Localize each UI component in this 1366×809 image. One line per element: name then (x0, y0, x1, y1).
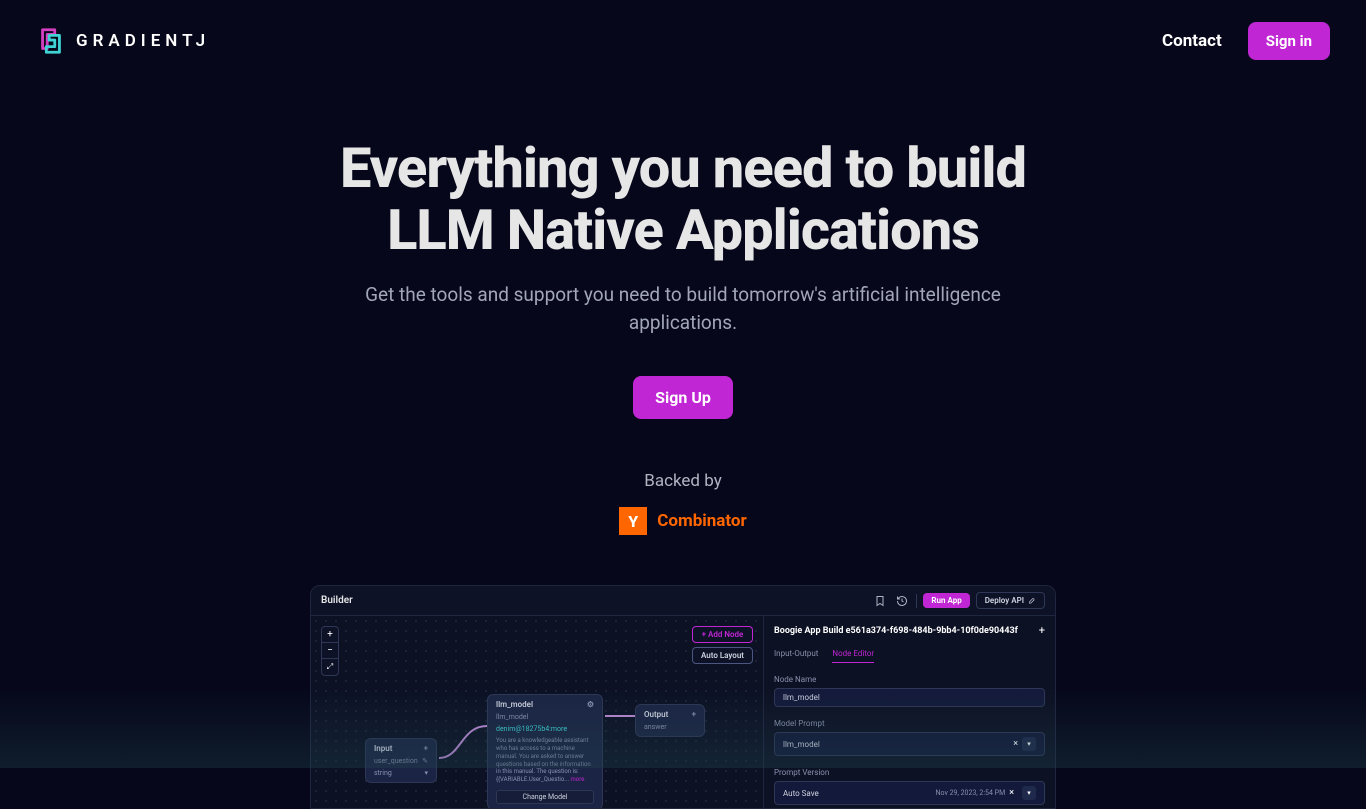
site-header: GRADIENTJ Contact Sign in (0, 0, 1366, 60)
hero-subhead: Get the tools and support you need to bu… (363, 281, 1003, 336)
label-node-name: Node Name (774, 675, 1045, 684)
plus-icon[interactable]: + (424, 744, 428, 753)
field-node-name[interactable]: llm_model (774, 688, 1045, 707)
bookmark-icon[interactable] (872, 593, 888, 609)
brand: GRADIENTJ (36, 26, 210, 56)
hero: Everything you need to build LLM Native … (0, 138, 1366, 419)
screenshot-toolbar: Builder Run App Deploy API (311, 586, 1055, 616)
change-model-button[interactable]: Change Model (496, 790, 594, 804)
node-input[interactable]: Input+ user_question ✎ string ▾ (365, 738, 437, 783)
hero-headline: Everything you need to build LLM Native … (0, 138, 1366, 261)
chevron-down-icon[interactable]: ▾ (1022, 786, 1036, 800)
field-prompt-version[interactable]: Auto Save Nov 29, 2023, 2:54 PM × ▾ (774, 781, 1045, 805)
node-output[interactable]: Output+ answer (635, 704, 705, 737)
screenshot-actions: Run App Deploy API (872, 592, 1045, 609)
contact-link[interactable]: Contact (1162, 31, 1222, 51)
yc-name: Combinator (657, 511, 746, 531)
nav-right: Contact Sign in (1162, 22, 1330, 60)
signin-button[interactable]: Sign in (1248, 22, 1330, 60)
plus-icon[interactable]: + (692, 710, 696, 719)
label-prompt-version: Prompt Version (774, 768, 1045, 777)
side-panel-title: Boogie App Build e561a374-f698-484b-9bb4… (774, 626, 1018, 636)
tab-node-editor[interactable]: Node Editor (832, 649, 874, 663)
backed-by-label: Backed by (0, 471, 1366, 491)
backed-by: Backed by Y Combinator (0, 471, 1366, 535)
history-icon[interactable] (894, 593, 910, 609)
product-screenshot: Builder Run App Deploy API + − ⤢ (310, 585, 1056, 809)
brand-name: GRADIENTJ (76, 31, 210, 51)
field-model-prompt[interactable]: llm_model ×▾ (774, 732, 1045, 756)
node-model[interactable]: llm_model⚙ llm_model denim@18275b4:more … (487, 694, 603, 809)
deploy-api-button[interactable]: Deploy API (976, 592, 1045, 609)
side-panel: Boogie App Build e561a374-f698-484b-9bb4… (763, 616, 1055, 808)
clear-icon[interactable]: × (1009, 788, 1014, 798)
brand-logo-icon (36, 26, 66, 56)
add-icon[interactable]: + (1039, 624, 1045, 637)
rocket-icon (1028, 597, 1036, 605)
run-app-button[interactable]: Run App (923, 593, 969, 608)
chevron-down-icon[interactable]: ▾ (1022, 737, 1036, 751)
label-model-prompt: Model Prompt (774, 719, 1045, 728)
tab-input-output[interactable]: Input-Output (774, 649, 818, 663)
clear-icon[interactable]: × (1013, 739, 1018, 749)
screenshot-title: Builder (321, 595, 353, 606)
canvas[interactable]: + − ⤢ + Add Node Auto Layout Input+ user… (311, 616, 763, 808)
yc-logo-icon: Y (619, 507, 647, 535)
ycombinator-badge: Y Combinator (0, 507, 1366, 535)
settings-icon[interactable]: ⚙ (587, 700, 594, 709)
signup-button[interactable]: Sign Up (633, 376, 733, 419)
